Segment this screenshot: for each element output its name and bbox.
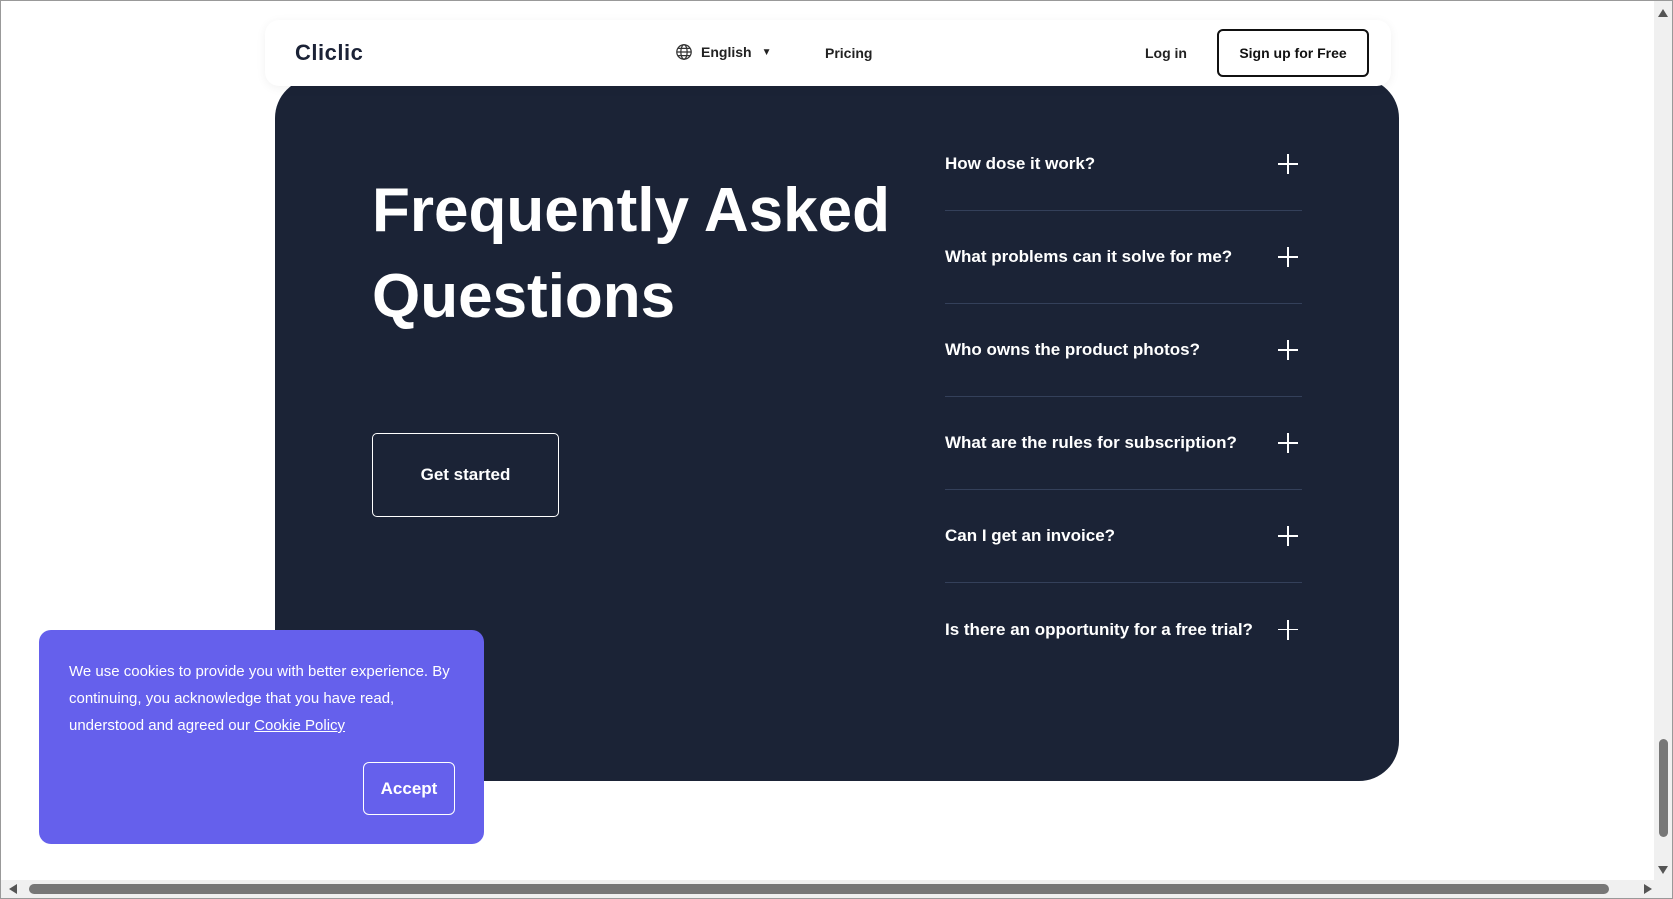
browser-viewport: Cliclic English ▼ Pricing Log in Sign up… [0, 0, 1673, 899]
faq-item[interactable]: Is there an opportunity for a free trial… [945, 583, 1302, 676]
horizontal-scrollbar[interactable] [1, 880, 1672, 898]
language-label: English [701, 44, 752, 60]
scrollbar-corner [1654, 880, 1672, 898]
faq-item[interactable]: Can I get an invoice? [945, 490, 1302, 583]
scroll-down-icon[interactable] [1658, 866, 1668, 874]
plus-icon[interactable] [1278, 619, 1298, 640]
cookie-text: We use cookies to provide you with bette… [69, 658, 454, 739]
globe-icon [676, 44, 692, 60]
scroll-left-icon[interactable] [9, 884, 17, 894]
vertical-scroll-thumb[interactable] [1659, 739, 1668, 837]
faq-item[interactable]: Who owns the product photos? [945, 304, 1302, 397]
get-started-button[interactable]: Get started [372, 433, 559, 517]
signup-button[interactable]: Sign up for Free [1217, 29, 1369, 77]
faq-item[interactable]: What problems can it solve for me? [945, 211, 1302, 304]
caret-down-icon: ▼ [761, 46, 772, 58]
nav-pricing[interactable]: Pricing [825, 45, 872, 61]
plus-icon[interactable] [1278, 247, 1298, 267]
faq-question: What are the rules for subscription? [945, 433, 1237, 452]
login-link[interactable]: Log in [1145, 45, 1187, 61]
horizontal-scroll-thumb[interactable] [29, 884, 1609, 894]
vertical-scrollbar[interactable] [1654, 1, 1672, 882]
faq-question: What problems can it solve for me? [945, 247, 1233, 266]
faq-item[interactable]: What are the rules for subscription? [945, 397, 1302, 490]
site-header: Cliclic English ▼ Pricing Log in Sign up… [265, 20, 1391, 86]
faq-question: Is there an opportunity for a free trial… [945, 619, 1253, 639]
faq-title: Frequently Asked Questions [372, 176, 890, 331]
cookie-banner: We use cookies to provide you with bette… [39, 630, 484, 844]
scroll-up-icon[interactable] [1658, 9, 1668, 17]
faq-list: How dose it work? What problems can it s… [945, 118, 1302, 676]
faq-question: Can I get an invoice? [945, 526, 1116, 545]
language-selector[interactable]: English ▼ [675, 43, 771, 61]
scroll-right-icon[interactable] [1644, 884, 1652, 894]
logo[interactable]: Cliclic [295, 40, 363, 66]
faq-question: Who owns the product photos? [945, 340, 1200, 359]
plus-icon[interactable] [1278, 154, 1298, 174]
accept-cookies-button[interactable]: Accept [363, 762, 455, 815]
plus-icon[interactable] [1278, 433, 1298, 453]
faq-question: How dose it work? [945, 154, 1096, 173]
plus-icon[interactable] [1278, 340, 1298, 360]
faq-item[interactable]: How dose it work? [945, 118, 1302, 211]
plus-icon[interactable] [1278, 526, 1298, 546]
cookie-policy-link[interactable]: Cookie Policy [254, 717, 345, 734]
